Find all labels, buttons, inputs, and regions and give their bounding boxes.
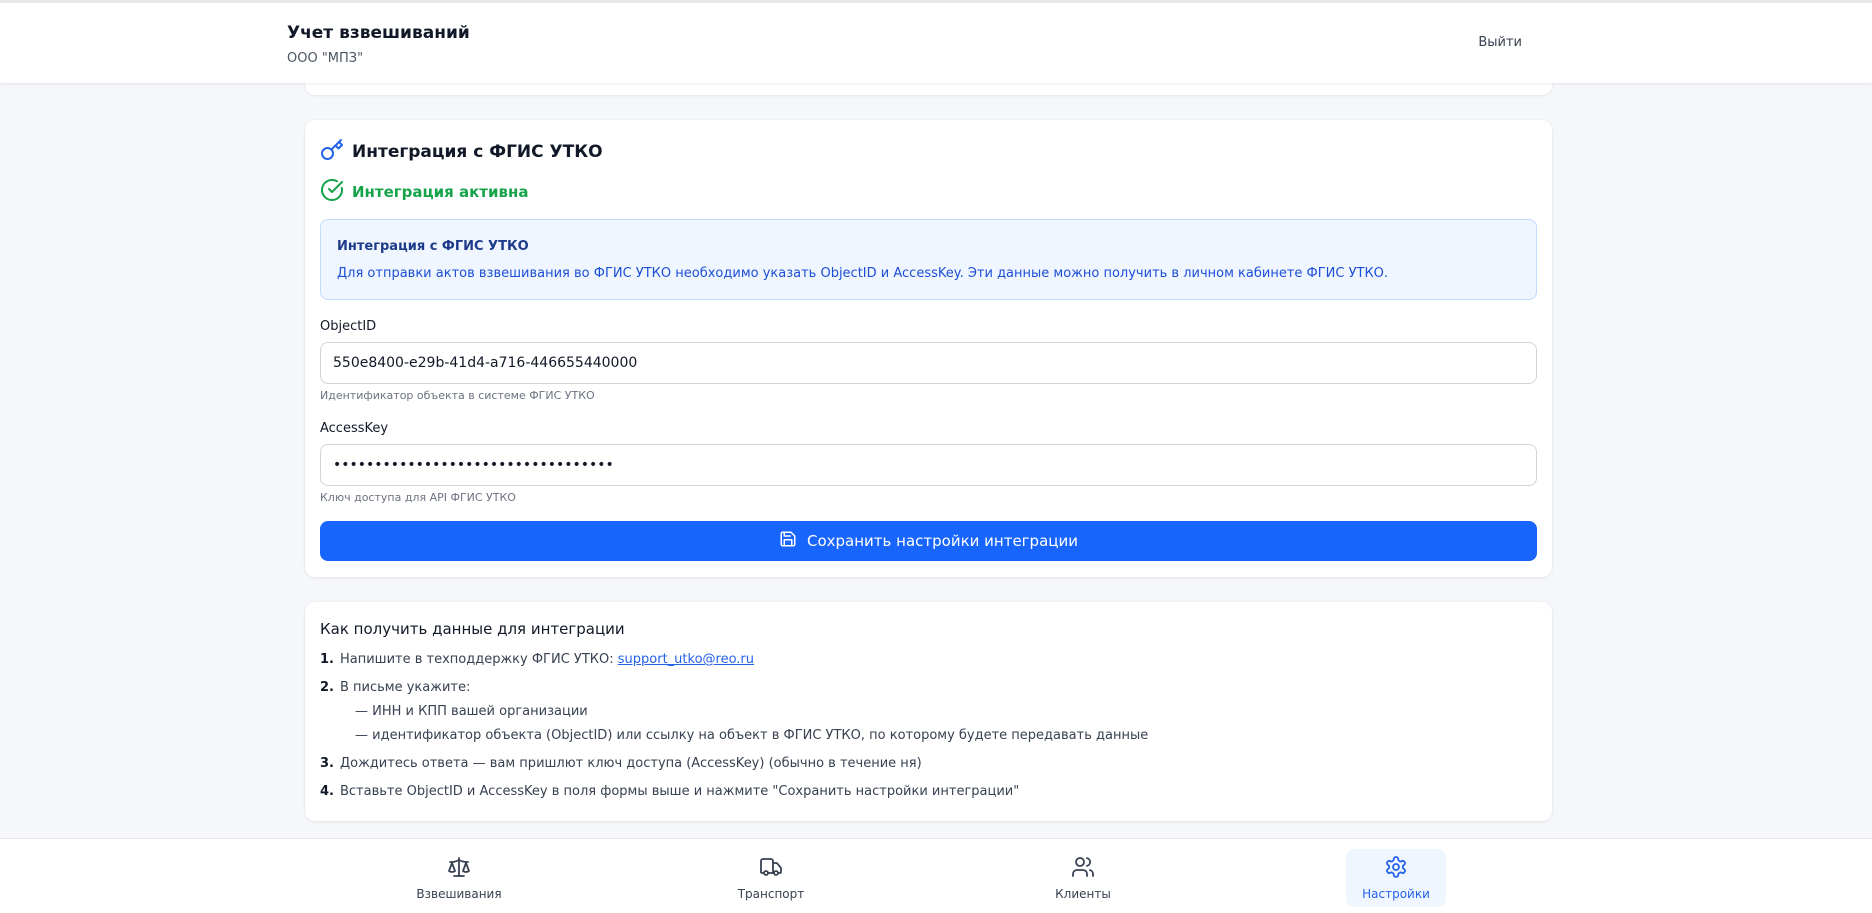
integration-header: Интеграция с ФГИС УТКО [320,138,603,166]
gear-icon [1384,855,1408,883]
logout-button[interactable]: Выйти [1478,35,1522,50]
nav-label: Взвешивания [416,887,502,901]
access-key-label: AccessKey [320,421,389,436]
info-alert: Интеграция с ФГИС УТКО Для отправки акто… [320,219,1537,300]
nav-settings[interactable]: Настройки [1346,849,1446,907]
key-icon [320,138,344,166]
list-sub-item: — идентификатор объекта (ObjectID) или с… [355,728,1149,743]
nav-weighings[interactable]: Взвешивания [409,849,509,907]
integration-title: Интеграция с ФГИС УТКО [352,142,603,162]
nav-label: Транспорт [737,887,805,901]
status-text: Интеграция активна [352,183,529,201]
integration-status: Интеграция активна [320,178,528,206]
list-item: 3. Дождитесь ответа — вам пришлют ключ до… [320,756,922,771]
object-id-label: ObjectID [320,319,377,334]
nav-label: Настройки [1362,887,1430,901]
support-email-link[interactable]: support_utko@reo.ru [618,652,754,667]
list-item: 2. В письме укажите: [320,680,471,695]
nav-clients[interactable]: Клиенты [1033,849,1133,907]
integration-card: Интеграция с ФГИС УТКО Интеграция активн… [305,120,1552,577]
save-integration-button[interactable]: Сохранить настройки интеграции [320,521,1537,561]
save-button-label: Сохранить настройки интеграции [807,532,1078,550]
users-icon [1071,855,1095,883]
access-key-hint: Ключ доступа для API ФГИС УТКО [320,491,516,504]
object-id-hint: Идентификатор объекта в системе ФГИС УТК… [320,389,595,402]
object-id-input[interactable] [320,342,1537,384]
list-item: 1. Напишите в техподдержку ФГИС УТКО: sup… [320,652,755,667]
save-icon [779,530,797,552]
access-key-input[interactable] [320,444,1537,486]
check-circle-icon [320,178,344,206]
howto-title: Как получить данные для интеграции [320,620,625,638]
info-text: Для отправки актов взвешивания во ФГИС У… [337,266,1389,281]
app-title: Учет взвешиваний [287,23,470,43]
list-sub-item: — ИНН и КПП вашей организации [355,704,588,719]
list-item: 4. Вставьте ObjectID и AccessKey в поля ф… [320,784,1020,799]
howto-card: Как получить данные для интеграции 1. Нап… [305,602,1552,821]
scale-icon [447,855,471,883]
organization-name: ООО "МПЗ" [287,51,364,66]
bottom-navigation: Взвешивания Транспорт Клиенты Настройки [0,838,1872,913]
info-title: Интеграция с ФГИС УТКО [337,239,529,254]
truck-icon [759,855,783,883]
app-header: Учет взвешиваний ООО "МПЗ" Выйти [0,0,1872,83]
nav-transport[interactable]: Транспорт [721,849,821,907]
nav-label: Клиенты [1055,887,1111,901]
